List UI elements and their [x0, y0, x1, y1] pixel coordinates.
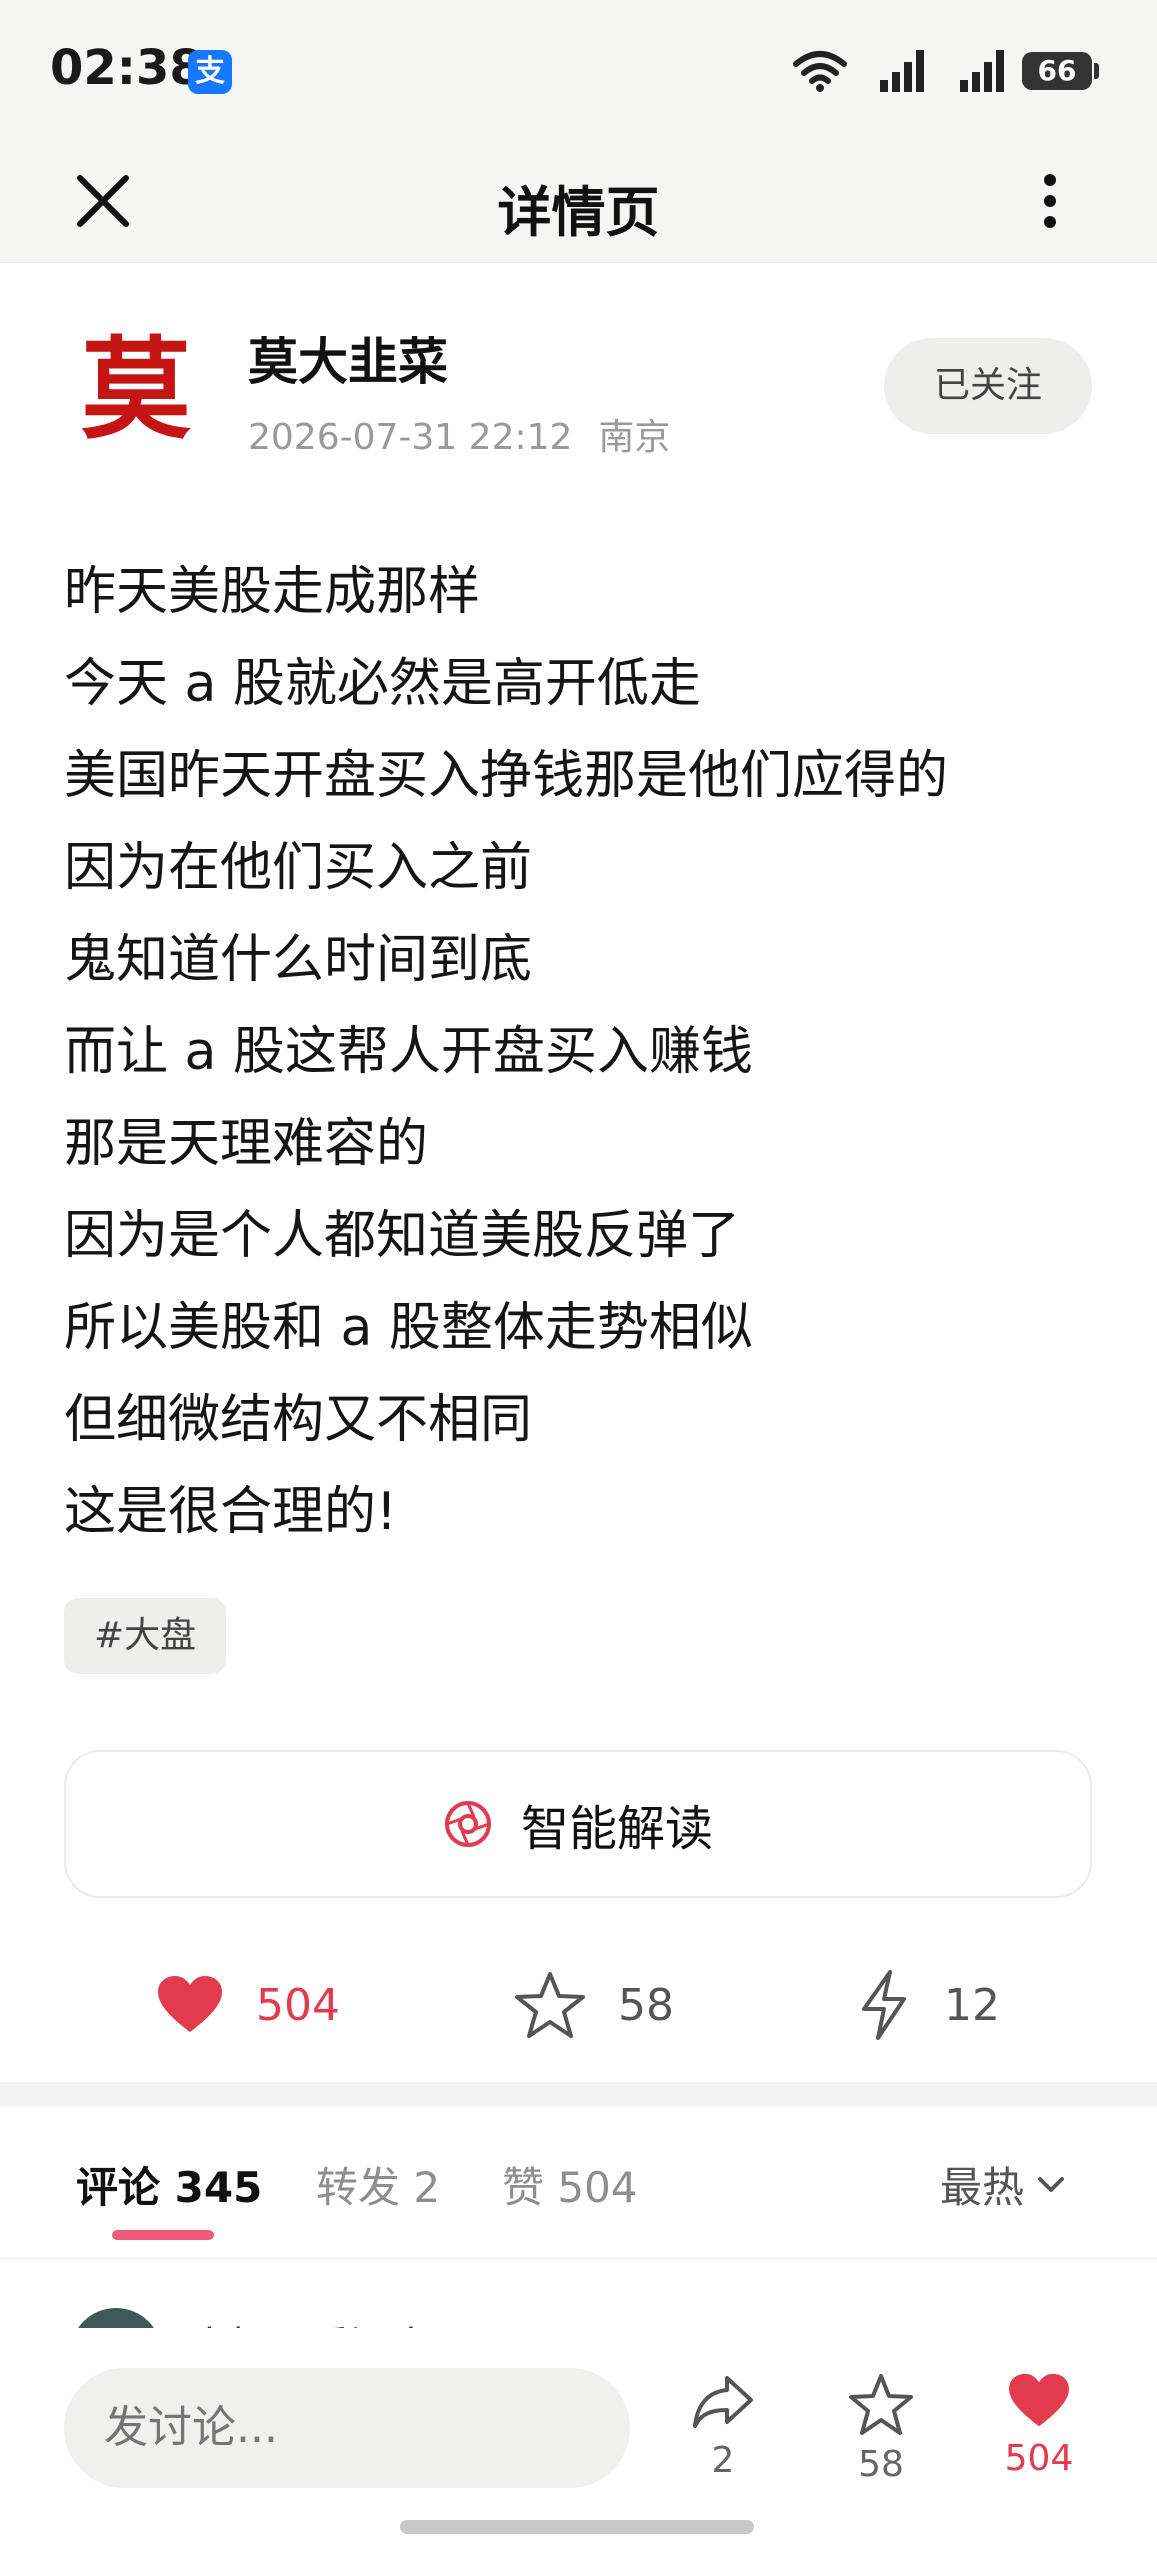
follow-button[interactable]: 已关注 — [884, 338, 1092, 434]
favorite-button[interactable]: 58 — [826, 2372, 936, 2485]
favorite-count: 58 — [858, 2444, 904, 2485]
active-tab-indicator — [112, 2230, 214, 2240]
heart-icon — [158, 1976, 222, 2032]
tab-reposts[interactable]: 转发 2 — [316, 2154, 440, 2215]
post-line: 昨天美股走成那样 — [64, 562, 481, 622]
like-button[interactable]: 504 — [984, 2372, 1094, 2479]
like-count: 504 — [1004, 2438, 1074, 2479]
cellular-signal-icon — [880, 50, 924, 92]
like-stat[interactable]: 504 — [156, 1960, 340, 2050]
aperture-icon — [444, 1801, 491, 1847]
heart-icon — [1009, 2373, 1069, 2427]
post-line: 今天 a 股就必然是高开低走 — [64, 654, 701, 714]
favorite-stat[interactable]: 58 — [514, 1960, 674, 2050]
smart-read-button[interactable]: 智能解读 — [64, 1750, 1092, 1898]
chevron-down-icon — [1038, 2176, 1065, 2192]
tab-likes[interactable]: 赞 504 — [502, 2154, 638, 2215]
cellular-signal-icon — [960, 50, 1004, 92]
battery-tip — [1094, 63, 1099, 79]
author-avatar[interactable]: 莫 — [66, 300, 206, 460]
smart-read-label: 智能解读 — [520, 1801, 713, 1857]
post-line: 因为是个人都知道美股反弹了 — [64, 1206, 741, 1266]
post-line: 那是天理难容的 — [64, 1114, 429, 1174]
repost-count: 12 — [944, 1979, 1000, 2031]
share-arrow-icon — [693, 2376, 753, 2428]
post-line: 美国昨天开盘买入挣钱那是他们应得的 — [64, 746, 949, 806]
comment-input[interactable] — [64, 2368, 630, 2488]
repost-stat[interactable]: 12 — [856, 1960, 1000, 2050]
tab-comments[interactable]: 评论 345 — [76, 2154, 262, 2215]
post-content: 昨天美股走成那样 今天 a 股就必然是高开低走 美国昨天开盘买入挣钱那是他们应得… — [64, 546, 1094, 1558]
status-bar: 02:38 支 66 — [0, 0, 1157, 140]
more-vertical-icon[interactable] — [1030, 168, 1070, 234]
post-meta: 2026-07-31 22:12 南京 — [248, 408, 696, 460]
sort-label: 最热 — [940, 2163, 1025, 2212]
wifi-icon — [793, 51, 847, 92]
home-indicator[interactable] — [400, 2520, 754, 2534]
status-time: 02:38 — [50, 40, 203, 96]
post-datetime: 2026-07-31 22:12 — [248, 417, 573, 458]
comment-tabs: 评论 345 转发 2 赞 504 最热 — [0, 2106, 1157, 2259]
alipay-icon: 支 — [188, 50, 232, 94]
lightning-icon — [862, 1970, 906, 2040]
battery-icon: 66 — [1022, 52, 1092, 90]
star-icon — [849, 2374, 913, 2435]
post-line: 因为在他们买入之前 — [64, 838, 533, 898]
post-line: 这是很合理的! — [64, 1482, 397, 1542]
author-name[interactable]: 莫大韭菜 — [248, 322, 448, 394]
section-divider — [0, 2082, 1157, 2106]
post-line: 但细微结构又不相同 — [64, 1390, 533, 1450]
favorite-count: 58 — [618, 1979, 674, 2031]
star-icon — [515, 1972, 585, 2038]
share-count: 2 — [711, 2440, 735, 2481]
topic-tag[interactable]: #大盘 — [64, 1598, 227, 1674]
share-button[interactable]: 2 — [668, 2372, 778, 2481]
bottom-action-bar: 2 58 504 — [0, 2328, 1157, 2560]
sort-dropdown[interactable]: 最热 — [940, 2154, 1066, 2215]
post-line: 而让 a 股这帮人开盘买入赚钱 — [64, 1022, 753, 1082]
like-count: 504 — [256, 1979, 340, 2031]
post-line: 鬼知道什么时间到底 — [64, 930, 533, 990]
post-location: 南京 — [598, 417, 671, 458]
page-title: 详情页 — [497, 181, 660, 244]
post-line: 所以美股和 a 股整体走势相似 — [64, 1298, 753, 1358]
header-bar: 详情页 — [0, 140, 1157, 263]
